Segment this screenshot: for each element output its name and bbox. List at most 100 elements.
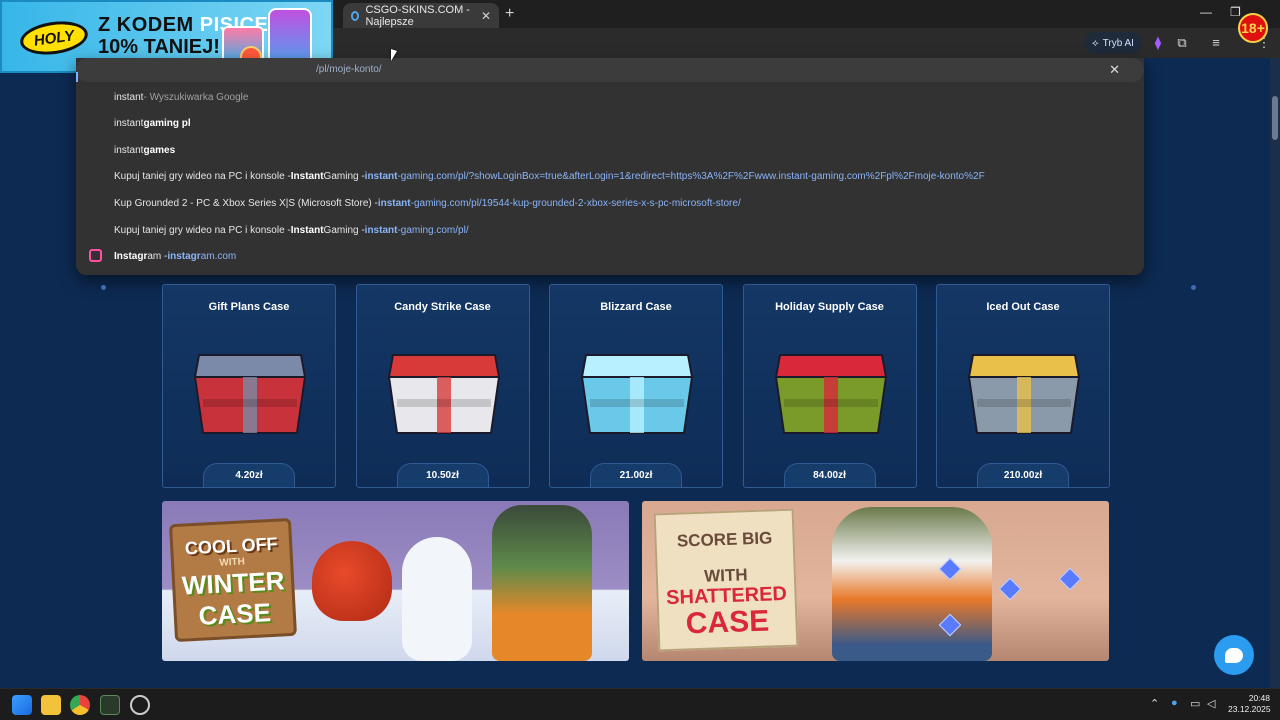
clock-time: 20:48 — [1248, 693, 1270, 703]
suggestion-text: Instant — [290, 171, 324, 183]
microphone-icon[interactable]: ● — [1171, 697, 1178, 709]
ai-mode-button[interactable]: ⟡ Tryb AI — [1084, 32, 1142, 54]
crystal-shard — [998, 577, 1022, 601]
taskbar-clock[interactable]: 20:48 23.12.2025 — [1228, 693, 1271, 715]
clock-date: 23.12.2025 — [1228, 704, 1271, 714]
new-tab-button[interactable]: + — [505, 5, 514, 23]
tab-csgo-skins[interactable]: CSGO-SKINS.COM - Najlepsze ✕ — [343, 3, 499, 28]
suggestion-text: Kupuj taniej gry wideo na PC i konsole - — [114, 224, 291, 236]
suggestion-text: - Wyszukiwarka Google — [143, 91, 249, 103]
tab-title: CSGO-SKINS.COM - Najlepsze — [365, 3, 470, 28]
suggestion-text: am - — [147, 251, 168, 263]
tray-chevron-icon[interactable]: ⌃ — [1150, 697, 1159, 710]
minimize-button[interactable]: — — [1200, 5, 1212, 19]
ad-headline-dark: Z KODEM — [98, 14, 194, 36]
case-name: Blizzard Case — [600, 301, 672, 313]
winter-case-sign: COOL OFF WITH WINTER CASE — [168, 517, 298, 643]
app-icon-2[interactable] — [130, 695, 150, 715]
suggestion-text: -gaming.com/pl/?showLoginBox=true&afterL… — [397, 171, 985, 183]
holy-logo: HOLY — [18, 17, 90, 59]
suggestion-text: Instagr — [114, 251, 148, 263]
agent-illustration — [832, 507, 992, 661]
windows-start-icon[interactable] — [12, 695, 32, 715]
shattered-line1: SCORE BIG — [676, 528, 773, 551]
suggestion-text: games — [143, 144, 176, 156]
site-favicon-icon — [351, 10, 360, 21]
omnibox-suggestion[interactable]: Instagr am - instagr am.com — [76, 244, 1144, 270]
suggestion-text: gaming pl — [143, 118, 191, 130]
address-bar[interactable]: /pl/moje-konto/ ✕ — [76, 58, 1144, 82]
chrome-icon[interactable] — [70, 695, 90, 715]
suggestion-text: -gaming.com/pl/19544-kup-grounded-2-xbox… — [410, 197, 741, 209]
case-card[interactable]: Candy Strike Case 10.50zł — [355, 284, 530, 488]
app-icon[interactable] — [100, 695, 120, 715]
shattered-case-banner[interactable]: SCORE BIG WITH SHATTERED CASE — [642, 501, 1109, 661]
case-card[interactable]: Blizzard Case 21.00zł — [549, 284, 723, 488]
case-image — [774, 354, 887, 434]
suggestion-text: instagr — [167, 251, 201, 263]
snowman-illustration — [402, 537, 472, 661]
shattered-line4: CASE — [685, 604, 770, 641]
case-name: Candy Strike Case — [394, 301, 491, 313]
chat-bubble-icon — [1225, 647, 1243, 663]
fbi-soldier-illustration — [492, 505, 592, 661]
case-price: 21.00zł — [590, 463, 682, 487]
case-price: 210.00zł — [977, 463, 1069, 487]
case-name: Gift Plans Case — [208, 301, 290, 313]
age-18-badge: 18+ — [1238, 13, 1268, 43]
case-image — [967, 354, 1081, 434]
omnibox-suggestion[interactable]: Kupuj taniej gry wideo na PC i konsole -… — [76, 217, 1144, 243]
case-price: 4.20zł — [203, 463, 295, 487]
suggestion-text: Instant — [290, 224, 324, 236]
ai-sparkle-icon: ⟡ — [1092, 37, 1099, 49]
suggestion-text: Gaming - — [323, 171, 365, 183]
network-icon[interactable]: ▭ — [1190, 697, 1200, 710]
case-price: 10.50zł — [396, 463, 489, 487]
extensions-puzzle-icon[interactable]: ⧉ — [1174, 35, 1190, 51]
suggestion-text: Kup Grounded 2 - PC & Xbox Series X|S (M… — [114, 197, 378, 209]
restore-button[interactable]: ❐ — [1230, 5, 1241, 19]
suggestion-text: instant — [377, 197, 411, 209]
case-card[interactable]: Iced Out Case 210.00zł — [936, 284, 1110, 488]
suggestion-text: Gaming - — [323, 224, 365, 236]
omnibox-suggestion[interactable]: instant - Wyszukiwarka Google — [76, 84, 1144, 110]
cases-grid: Gift Plans Case 4.20zł Candy Strike Case 10… — [162, 284, 1110, 488]
ai-mode-label: Tryb AI — [1102, 37, 1134, 49]
case-card[interactable]: Holiday Supply Case 84.00zł — [742, 284, 917, 488]
media-controls-icon[interactable]: ≡ — [1208, 35, 1224, 51]
extension-icon[interactable]: ⧫ — [1150, 35, 1166, 51]
suggestion-text: am.com — [200, 251, 237, 263]
suggestion-text: instant — [114, 91, 144, 103]
mouse-cursor-icon — [391, 49, 397, 61]
winter-line3: WINTER — [181, 565, 286, 601]
shattered-case-sign: SCORE BIG WITH SHATTERED CASE — [653, 508, 799, 652]
winter-line4: CASE — [197, 597, 272, 631]
omnibox-suggestion[interactable]: instant gaming pl — [76, 111, 1144, 137]
omnibox-suggestion[interactable]: instant games — [76, 137, 1144, 163]
instagram-icon — [76, 249, 114, 265]
suggestion-text: instant — [114, 144, 144, 156]
tab-close-icon[interactable]: ✕ — [481, 9, 491, 23]
live-chat-button[interactable] — [1214, 635, 1254, 675]
suggestion-text: instant — [364, 224, 398, 236]
page-scrollbar[interactable] — [1270, 58, 1280, 688]
scrollbar-thumb[interactable] — [1272, 96, 1278, 140]
ad-headline: Z KODEM PISICELA — [98, 14, 296, 37]
omnibox-suggestion[interactable]: Kupuj taniej gry wideo na PC i konsole -… — [76, 164, 1144, 190]
case-price: 84.00zł — [783, 463, 876, 487]
case-image — [580, 354, 694, 434]
omnibox-suggestion[interactable]: Kup Grounded 2 - PC & Xbox Series X|S (M… — [76, 190, 1144, 216]
windows-taskbar: ⌃ ● ▭ ◁ 20:48 23.12.2025 — [0, 688, 1280, 720]
suggestion-text: instant — [114, 118, 144, 130]
file-explorer-icon[interactable] — [41, 695, 61, 715]
case-name: Holiday Supply Case — [775, 301, 884, 313]
case-name: Iced Out Case — [986, 301, 1060, 313]
snowflake-dot — [1191, 285, 1196, 290]
ad-discount: 10% TANIEJ! — [98, 36, 220, 58]
suggestion-text: instant — [364, 171, 398, 183]
volume-icon[interactable]: ◁ — [1207, 697, 1215, 710]
winter-case-banner[interactable]: COOL OFF WITH WINTER CASE — [162, 501, 629, 661]
clear-input-icon[interactable]: ✕ — [1109, 62, 1120, 78]
case-card[interactable]: Gift Plans Case 4.20zł — [162, 284, 336, 488]
chicken-illustration — [312, 541, 392, 621]
